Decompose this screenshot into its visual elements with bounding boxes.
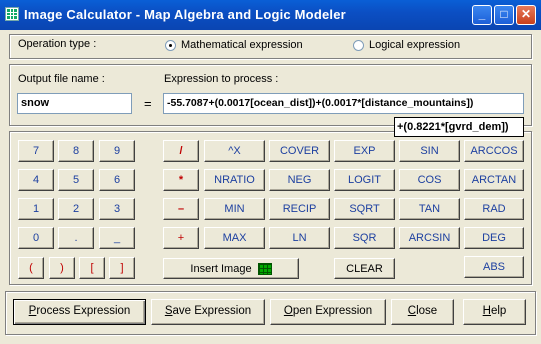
func-sqrt-button[interactable]: SQRT xyxy=(334,198,395,220)
expression-label: Expression to process : xyxy=(164,73,279,85)
open-expression-button[interactable]: Open Expression xyxy=(270,299,386,325)
func-neg-button[interactable]: NEG xyxy=(269,169,330,191)
key-8[interactable]: 8 xyxy=(58,140,94,162)
logical-expression-label[interactable]: Logical expression xyxy=(369,39,460,51)
func-deg-button[interactable]: DEG xyxy=(464,227,524,249)
help-button[interactable]: Help xyxy=(463,299,526,325)
func-arctan-button[interactable]: ARCTAN xyxy=(464,169,524,191)
key-1[interactable]: 1 xyxy=(18,198,54,220)
process-expression-button[interactable]: Process Expression xyxy=(13,299,146,325)
insert-image-button[interactable]: Insert Image xyxy=(163,258,299,279)
func-rad-button[interactable]: RAD xyxy=(464,198,524,220)
output-file-input[interactable]: snow xyxy=(17,93,132,114)
raster-grid-icon xyxy=(257,263,272,276)
func-cover-button[interactable]: COVER xyxy=(269,140,330,162)
key-subtract[interactable]: – xyxy=(163,198,199,220)
key-underscore[interactable]: _ xyxy=(99,227,135,249)
func-max-button[interactable]: MAX xyxy=(204,227,265,249)
clear-button[interactable]: CLEAR xyxy=(334,258,395,279)
key-0[interactable]: 0 xyxy=(18,227,54,249)
func-exp-button[interactable]: EXP xyxy=(334,140,395,162)
maximize-icon[interactable]: □ xyxy=(494,5,514,25)
key-open-bracket[interactable]: [ xyxy=(79,257,105,279)
key-open-paren[interactable]: ( xyxy=(18,257,44,279)
func-sin-button[interactable]: SIN xyxy=(399,140,460,162)
key-multiply[interactable]: * xyxy=(163,169,199,191)
expression-overflow-tooltip: +(0.8221*[gvrd_dem]) xyxy=(394,117,524,137)
key-9[interactable]: 9 xyxy=(99,140,135,162)
title-bar[interactable]: Image Calculator - Map Algebra and Logic… xyxy=(0,0,541,30)
key-3[interactable]: 3 xyxy=(99,198,135,220)
func-recip-button[interactable]: RECIP xyxy=(269,198,330,220)
func-cos-button[interactable]: COS xyxy=(399,169,460,191)
calculator-app-icon xyxy=(5,7,19,21)
key-6[interactable]: 6 xyxy=(99,169,135,191)
key-close-paren[interactable]: ) xyxy=(49,257,75,279)
save-expression-button[interactable]: Save Expression xyxy=(151,299,265,325)
image-calculator-window: Image Calculator - Map Algebra and Logic… xyxy=(0,0,541,344)
key-5[interactable]: 5 xyxy=(58,169,94,191)
key-divide[interactable]: / xyxy=(163,140,199,162)
key-close-bracket[interactable]: ] xyxy=(109,257,135,279)
func-power-button[interactable]: ^X xyxy=(204,140,265,162)
key-add[interactable]: + xyxy=(163,227,199,249)
equals-sign: = xyxy=(144,96,152,111)
func-abs-button[interactable]: ABS xyxy=(464,256,524,278)
key-7[interactable]: 7 xyxy=(18,140,54,162)
expression-input[interactable]: -55.7087+(0.0017[ocean_dist])+(0.0017*[d… xyxy=(163,93,524,114)
key-decimal[interactable]: . xyxy=(58,227,94,249)
func-arcsin-button[interactable]: ARCSIN xyxy=(399,227,460,249)
key-4[interactable]: 4 xyxy=(18,169,54,191)
close-button[interactable]: Close xyxy=(391,299,454,325)
mathematical-expression-label[interactable]: Mathematical expression xyxy=(181,39,303,51)
func-nratio-button[interactable]: NRATIO xyxy=(204,169,265,191)
func-sqr-button[interactable]: SQR xyxy=(334,227,395,249)
insert-image-label: Insert Image xyxy=(190,263,252,275)
operation-type-label: Operation type : xyxy=(18,38,97,50)
minimize-icon[interactable]: _ xyxy=(472,5,492,25)
mathematical-expression-radio[interactable] xyxy=(165,40,176,51)
func-ln-button[interactable]: LN xyxy=(269,227,330,249)
window-title: Image Calculator - Map Algebra and Logic… xyxy=(24,7,346,22)
logical-expression-radio[interactable] xyxy=(353,40,364,51)
func-min-button[interactable]: MIN xyxy=(204,198,265,220)
key-2[interactable]: 2 xyxy=(58,198,94,220)
func-logit-button[interactable]: LOGIT xyxy=(334,169,395,191)
output-file-label: Output file name : xyxy=(18,73,105,85)
func-tan-button[interactable]: TAN xyxy=(399,198,460,220)
close-icon[interactable]: ✕ xyxy=(516,5,536,25)
func-arccos-button[interactable]: ARCCOS xyxy=(464,140,524,162)
